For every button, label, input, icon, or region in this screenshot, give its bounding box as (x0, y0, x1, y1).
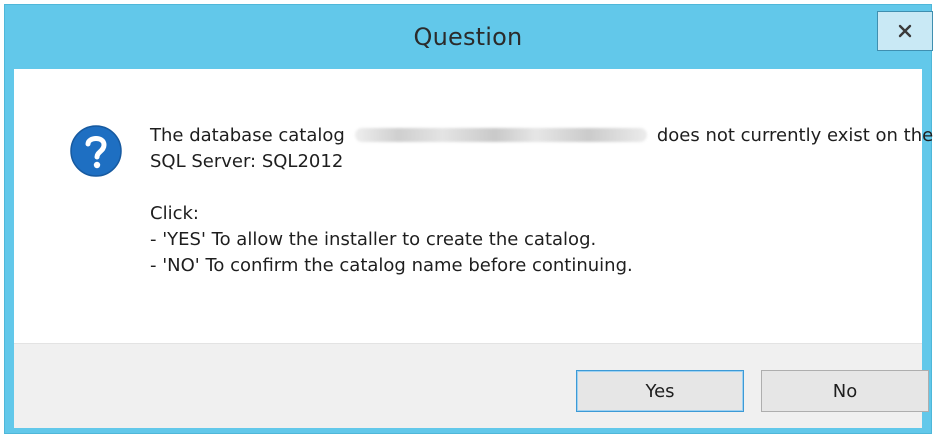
question-dialog: Question The database catalog does not cu… (4, 4, 933, 434)
dialog-title: Question (413, 23, 523, 51)
message-line-1: The database catalog does not currently e… (150, 123, 933, 149)
dialog-body: The database catalog does not currently e… (14, 69, 933, 343)
message-catalog-prefix: The database catalog (150, 125, 345, 146)
close-icon (898, 24, 912, 38)
question-icon (70, 125, 122, 177)
title-bar[interactable]: Question (5, 5, 933, 69)
button-bar: Yes No (14, 343, 929, 428)
message-click-label: Click: (150, 203, 199, 224)
no-button[interactable]: No (761, 370, 929, 412)
close-button[interactable] (877, 11, 933, 51)
message-text: The database catalog does not currently e… (150, 123, 933, 279)
message-server-line: SQL Server: SQL2012 (150, 151, 344, 172)
message-catalog-suffix: does not currently exist on the (656, 125, 934, 146)
message-yes-instruction: - 'YES' To allow the installer to create… (150, 229, 597, 250)
yes-button[interactable]: Yes (576, 370, 744, 412)
message-no-instruction: - 'NO' To confirm the catalog name befor… (150, 255, 633, 276)
redacted-catalog-name (354, 128, 647, 142)
